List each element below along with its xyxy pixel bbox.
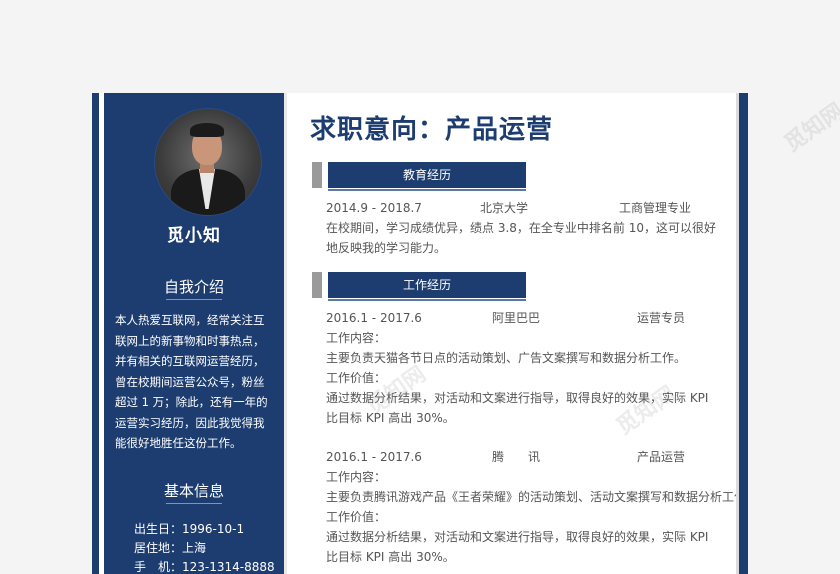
resume-sheet: 觅小知 自我介绍 本人热爱互联网，经常关注互 联网上的新事物和时事热点， 并有相… (92, 93, 748, 574)
work-heading: 工作经历 (328, 272, 526, 301)
intro-line: 超过 1 万；除此，还有一年的 (115, 395, 268, 409)
info-birthday: 出生日：1996-10-1 (134, 522, 245, 536)
watermark: 觅知网 (780, 98, 840, 158)
intro-title: 自我介绍 (163, 278, 224, 296)
intro-line: 能很好地胜任这份工作。 (115, 436, 242, 450)
education-period: 2014.9 - 2018.7 (326, 201, 422, 215)
education-heading: 教育经历 (328, 162, 526, 191)
section-marker (312, 272, 322, 298)
left-accent-strip (92, 93, 99, 574)
sidebar: 觅小知 自我介绍 本人热爱互联网，经常关注互 联网上的新事物和时事热点， 并有相… (104, 93, 284, 574)
job-line: 工作价值： (326, 510, 387, 524)
intro-line: 联网上的新事物和时事热点， (115, 333, 265, 348)
job-line: 工作内容： (326, 331, 387, 345)
education-desc-line: 地反映我的学习能力。 (326, 241, 447, 255)
education-school: 北京大学 (480, 201, 529, 215)
job-role: 运营专员 (637, 311, 686, 325)
intro-underline (166, 299, 222, 300)
info-residence: 居住地：上海 (134, 541, 207, 555)
intro-line: 并有相关的互联网运营经历， (115, 354, 265, 368)
person-name: 觅小知 (167, 226, 221, 246)
divider (284, 93, 287, 574)
intro-line: 本人热爱互联网，经常关注互 (115, 313, 265, 327)
job-company: 阿里巴巴 (492, 311, 541, 325)
info-phone: 手 机：123-1314-8888 (134, 560, 275, 574)
job-role: 产品运营 (637, 450, 686, 464)
job-line: 主要负责天猫各节日点的活动策划、广告文案撰写和数据分析工作。 (326, 351, 687, 365)
education-desc-line: 在校期间，学习成绩优异，绩点 3.8，在全专业中排名前 10，这可以很好 (326, 221, 716, 235)
job-period: 2016.1 - 2017.6 (326, 311, 422, 325)
info-title: 基本信息 (163, 482, 224, 500)
job-line: 工作内容： (326, 470, 387, 484)
job-line: 通过数据分析结果，对活动和文案进行指导，取得良好的效果，实际 KPI (326, 530, 709, 544)
info-underline (166, 503, 222, 504)
watermark: 觅知网 (612, 381, 681, 441)
education-major: 工商管理专业 (619, 201, 692, 215)
section-marker (312, 162, 322, 188)
intro-text: 本人热爱互联网，经常关注互 联网上的新事物和时事热点， 并有相关的互联网运营经历… (115, 310, 277, 454)
right-accent-strip (739, 93, 748, 574)
job-line: 主要负责腾讯游戏产品《王者荣耀》的活动策划、活动文案撰写和数据分析工作。 (326, 490, 748, 504)
job-company: 腾 讯 (492, 450, 541, 464)
intro-line: 运营实习经历，因此我觉得我 (115, 415, 265, 430)
job-line: 比目标 KPI 高出 30%。 (326, 550, 455, 564)
page-title: 求职意向：产品运营 (310, 115, 554, 145)
intro-line: 曾在校期间运营公众号，粉丝 (115, 374, 265, 389)
avatar-hair (190, 123, 224, 137)
avatar (154, 108, 262, 216)
job-period: 2016.1 - 2017.6 (326, 450, 422, 464)
